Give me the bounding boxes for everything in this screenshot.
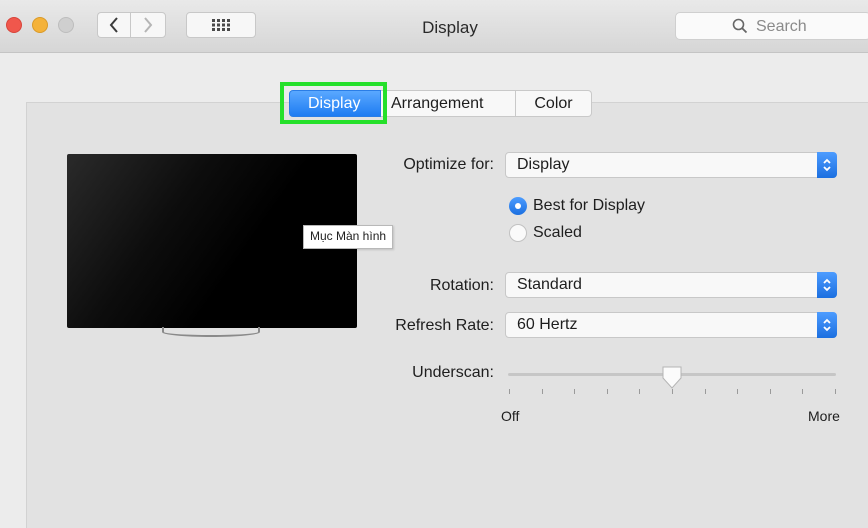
slider-tick [802,389,804,394]
optimize-value: Display [517,156,570,173]
tab-color[interactable]: Color [516,90,592,117]
popup-arrows-icon [817,312,837,338]
close-icon[interactable] [6,17,22,33]
scaled-radio[interactable] [509,224,527,242]
search-field[interactable]: Search [675,12,868,40]
rotation-label: Rotation: [429,277,494,294]
title-bar: Display Search [0,0,868,53]
tab-bar: Display Arrangement Color [289,90,592,117]
optimize-label: Optimize for: [403,156,494,173]
best-for-display-radio[interactable] [509,197,527,215]
underscan-label: Underscan: [412,364,494,381]
refresh-rate-label: Refresh Rate: [395,317,494,334]
search-placeholder: Search [756,18,807,35]
chevron-right-icon [144,17,153,33]
back-button[interactable] [97,12,130,38]
underscan-min-label: Off [501,408,520,424]
chevron-left-icon [109,17,118,33]
slider-tick [835,389,836,394]
slider-tick [704,389,706,394]
rotation-value: Standard [517,276,582,293]
grid-icon [212,19,230,31]
refresh-rate-select[interactable]: 60 Hertz [505,312,837,338]
zoom-icon[interactable] [58,17,74,33]
tab-display[interactable]: Display [289,90,381,117]
optimize-select[interactable]: Display [505,152,837,178]
popup-arrows-icon [817,152,837,178]
slider-tick [574,389,576,394]
scaled-label: Scaled [533,224,582,241]
slider-tick [509,389,510,394]
minimize-icon[interactable] [32,17,48,33]
underscan-max-label: More [808,408,840,424]
monitor-stand [162,327,260,337]
underscan-slider-thumb[interactable] [661,366,683,390]
forward-button[interactable] [130,12,166,38]
popup-arrows-icon [817,272,837,298]
slider-tick [737,389,739,394]
slider-tick [541,389,543,394]
slider-tick [769,389,771,394]
tab-arrangement[interactable]: Arrangement [381,90,516,117]
search-icon [732,18,748,34]
best-for-display-label: Best for Display [533,197,646,214]
slider-tick [639,389,641,394]
refresh-rate-value: 60 Hertz [517,316,578,333]
show-all-button[interactable] [186,12,256,38]
slider-tick [606,389,608,394]
tooltip: Mục Màn hình [303,225,394,249]
window-title: Display [422,18,478,37]
rotation-select[interactable]: Standard [505,272,837,298]
